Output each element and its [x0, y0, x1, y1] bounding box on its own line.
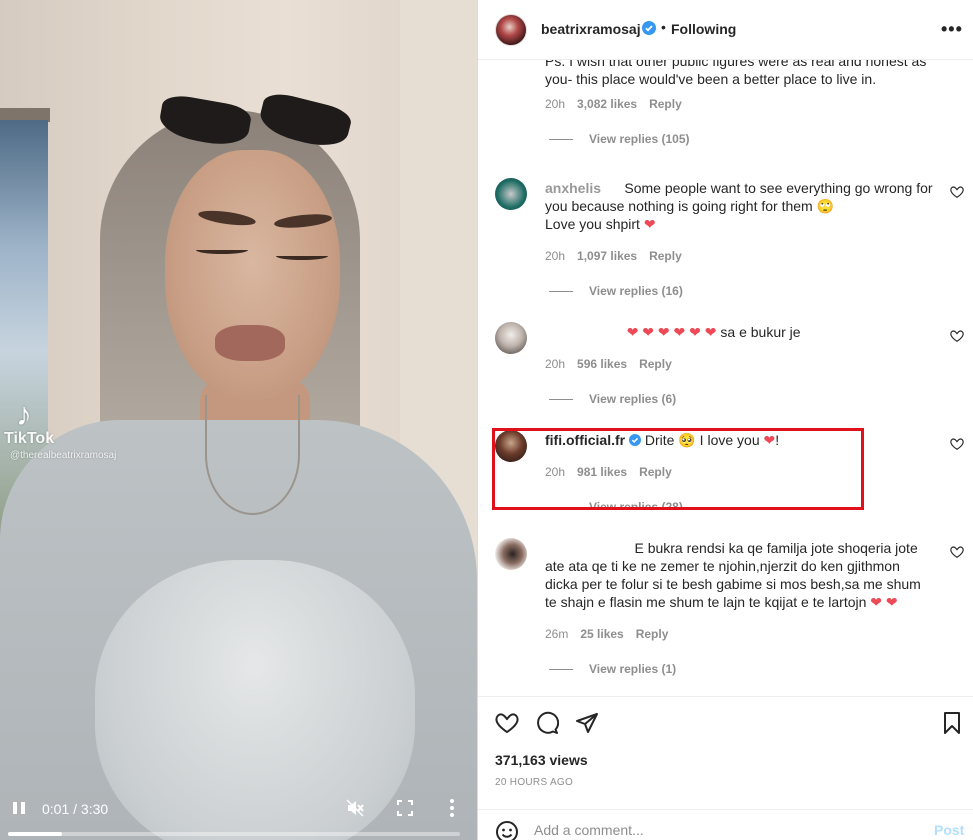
commenter-avatar[interactable] [495, 322, 527, 354]
commenter-avatar[interactable] [495, 538, 527, 570]
view-replies-label: View replies (1) [589, 662, 677, 676]
share-icon[interactable] [575, 711, 599, 735]
comment-text: Ps. I wish that other public figures wer… [545, 60, 927, 87]
tiktok-watermark: ♪ TikTok @therealbeatrixramosaj [4, 396, 116, 461]
comment-text-tail: ! [775, 432, 780, 448]
view-replies-button[interactable]: View replies (105) [549, 132, 690, 146]
view-replies-label: View replies (6) [589, 392, 677, 406]
post-side-panel: beatrixramosaj • Following ••• Ps. I wis… [477, 0, 973, 840]
mute-icon[interactable] [345, 798, 365, 818]
comment-time: 20h [545, 97, 566, 111]
play-pause-icon[interactable] [11, 800, 27, 816]
comment-body: E bukra rendsi ka qe familja jote shoqer… [545, 539, 933, 611]
author-username[interactable]: beatrixramosaj [541, 21, 641, 37]
comment-reply-button[interactable]: Reply [639, 357, 672, 371]
comment-reply-button[interactable]: Reply [639, 465, 672, 479]
video-duration: 3:30 [80, 801, 109, 817]
comment-reply-button[interactable]: Reply [649, 97, 682, 111]
tiktok-logo-icon: ♪ [16, 396, 32, 432]
view-replies-label: View replies (105) [589, 132, 690, 146]
comment-time: 20h [545, 249, 566, 263]
comment-time: 20h [545, 465, 566, 479]
comment-hearts: ❤ ❤ ❤ ❤ ❤ ❤ [626, 324, 717, 340]
video-subject-necklace [205, 395, 300, 515]
comment-meta: 26m 25 likes Reply [545, 627, 680, 641]
red-heart-emoji: ❤ [643, 216, 656, 232]
verified-icon [642, 21, 656, 35]
post-date: 20 HOURS AGO [495, 777, 574, 788]
video-current-time: 0:01 [42, 801, 70, 817]
view-replies-button[interactable]: View replies (6) [549, 392, 676, 406]
comment-meta: 20h 3,082 likes Reply [545, 97, 694, 111]
video-controls: 0:01 / 3:30 [0, 790, 477, 840]
red-heart-emoji: ❤ [763, 432, 776, 448]
comment-time: 20h [545, 357, 566, 371]
post-button[interactable]: Post [934, 822, 964, 838]
view-count[interactable]: 371,163 views [495, 752, 588, 768]
like-comment-heart-icon[interactable] [950, 185, 964, 199]
comments-list[interactable]: Ps. I wish that other public figures wer… [478, 60, 973, 696]
tiktok-watermark-handle: @therealbeatrixramosaj [10, 450, 117, 461]
video-progress-bar[interactable] [8, 832, 460, 836]
view-replies-button[interactable]: View replies (16) [549, 284, 683, 298]
fullscreen-icon[interactable] [397, 800, 413, 816]
comment-meta: 20h 1,097 likes Reply [545, 249, 694, 263]
comment-body: fifi.official.fr Drite 🥺 I love you ❤! [545, 431, 933, 449]
view-replies-label: View replies (28) [589, 500, 683, 508]
comment-body: ❤ ❤ ❤ ❤ ❤ ❤ sa e bukur je [545, 323, 933, 341]
like-comment-heart-icon[interactable] [950, 545, 964, 559]
comment-text: Some people want to see everything go wr… [545, 180, 933, 214]
following-button[interactable]: Following [671, 21, 736, 37]
post-header: beatrixramosaj • Following ••• [478, 0, 973, 60]
like-comment-heart-icon[interactable] [950, 437, 964, 451]
tiktok-watermark-name: TikTok [4, 430, 55, 447]
video-time-separator: / [69, 801, 81, 817]
post-actions: 371,163 views 20 HOURS AGO Post [478, 696, 973, 840]
more-options-icon[interactable]: ••• [941, 19, 963, 40]
commenter-avatar[interactable] [495, 430, 527, 462]
view-replies-button[interactable]: View replies (1) [549, 662, 676, 676]
comment-likes[interactable]: 981 likes [577, 465, 627, 479]
more-vertical-icon[interactable] [447, 798, 457, 818]
comment-username[interactable]: anxhelis [545, 180, 601, 196]
like-heart-icon[interactable] [495, 711, 519, 735]
comment-text: Drite 🥺 I love you [644, 432, 760, 448]
comment-text-line2: Love you shpirt [545, 216, 640, 232]
comment-text: sa e bukur je [720, 324, 801, 340]
comment-likes[interactable]: 25 likes [580, 627, 623, 641]
comment-text: E bukra rendsi ka qe familja jote shoqer… [545, 540, 921, 610]
video-subject-lips [215, 325, 285, 361]
comment-icon[interactable] [535, 711, 559, 735]
comment-likes[interactable]: 3,082 likes [577, 97, 637, 111]
video-progress-fill [8, 832, 63, 836]
commenter-avatar[interactable] [495, 178, 527, 210]
save-bookmark-icon[interactable] [940, 711, 964, 735]
comment-body: anxhelis Some people want to see everyth… [545, 179, 933, 233]
comment-meta: 20h 596 likes Reply [545, 357, 684, 371]
comment-likes[interactable]: 1,097 likes [577, 249, 637, 263]
view-replies-button[interactable]: View replies (28) [549, 500, 683, 508]
comment-time: 26m [545, 627, 569, 641]
comment-reply-button[interactable]: Reply [649, 249, 682, 263]
video-subject-eye [276, 252, 328, 260]
video-subject-eye [196, 246, 248, 254]
comment-likes[interactable]: 596 likes [577, 357, 627, 371]
red-heart-emoji: ❤ ❤ [870, 594, 898, 610]
comment-meta: 20h 981 likes Reply [545, 465, 684, 479]
emoji-icon[interactable] [495, 820, 519, 840]
comment-input[interactable] [534, 819, 914, 840]
verified-icon [629, 434, 642, 446]
header-separator: • [661, 19, 666, 35]
video-subject-face [165, 150, 340, 400]
comment-username[interactable]: fifi.official.fr [545, 432, 625, 448]
video-subject-sunglasses [157, 89, 355, 153]
video-player[interactable]: ♪ TikTok @therealbeatrixramosaj 0:01 / 3… [0, 0, 477, 840]
video-time: 0:01 / 3:30 [42, 801, 108, 817]
view-replies-label: View replies (16) [589, 284, 683, 298]
comment-composer: Post [478, 809, 973, 840]
author-avatar[interactable] [495, 14, 527, 46]
comment-reply-button[interactable]: Reply [636, 627, 669, 641]
like-comment-heart-icon[interactable] [950, 329, 964, 343]
